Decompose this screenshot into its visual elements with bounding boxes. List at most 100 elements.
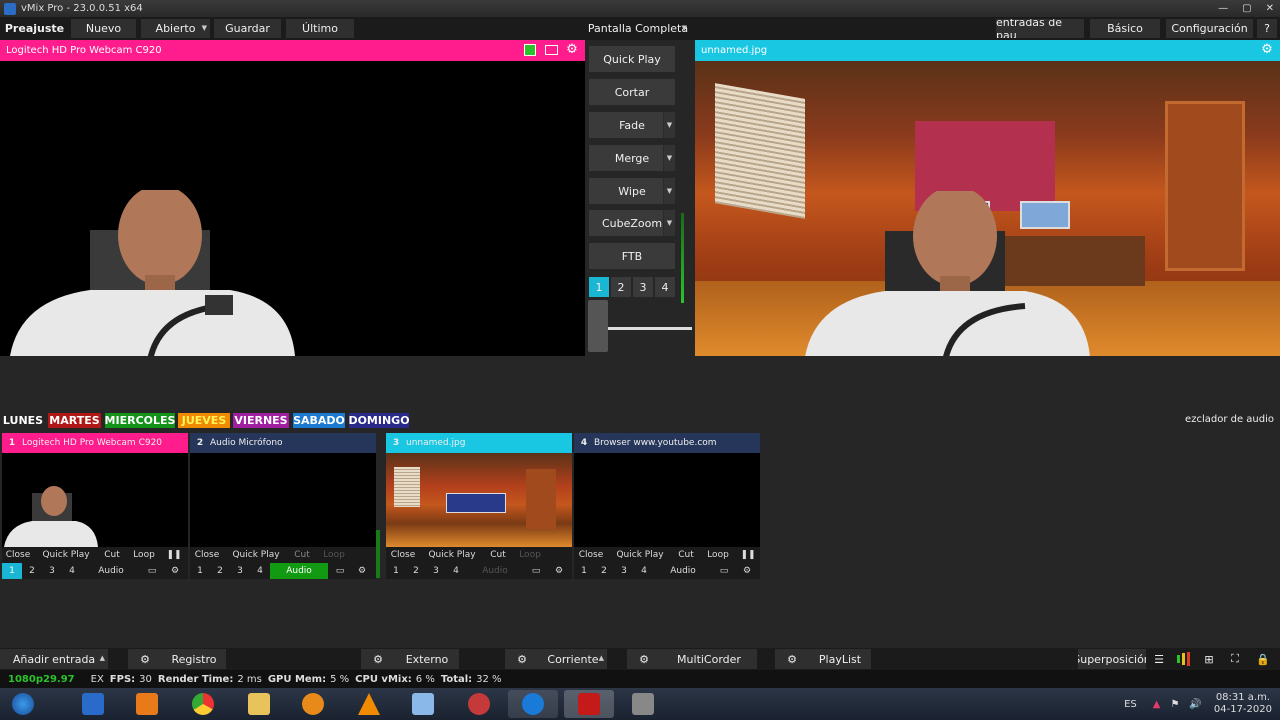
ftb-button[interactable]: FTB: [589, 243, 675, 269]
input-quick-play-button[interactable]: Quick Play: [420, 547, 484, 563]
log-button[interactable]: Registro: [162, 649, 226, 669]
tag-jueves[interactable]: JUEVES: [178, 413, 230, 428]
input-overlay-1[interactable]: 1: [190, 563, 210, 579]
input-1[interactable]: 1 Logitech HD Pro Webcam C920 Close Quic…: [2, 433, 188, 579]
taskbar-app-gray[interactable]: [618, 690, 668, 718]
input-header[interactable]: 2 Audio Micrófono: [190, 433, 376, 453]
input-header[interactable]: 1 Logitech HD Pro Webcam C920: [2, 433, 188, 453]
transition-number-4[interactable]: 4: [655, 277, 675, 297]
input-thumbnail[interactable]: [2, 453, 188, 547]
input-cut-button[interactable]: Cut: [672, 547, 700, 563]
gear-icon[interactable]: ⚙: [128, 649, 162, 669]
grid-icon[interactable]: ⊞: [1198, 649, 1220, 669]
quick-play-button[interactable]: Quick Play: [589, 46, 675, 72]
tbar-handle[interactable]: [588, 300, 608, 352]
input-overlay-2[interactable]: 2: [594, 563, 614, 579]
gear-icon[interactable]: ⚙: [352, 563, 372, 579]
output-panel[interactable]: unnamed.jpg ⚙: [695, 40, 1280, 356]
color-toggle-icon[interactable]: [524, 44, 536, 56]
gear-icon[interactable]: ⚙: [627, 649, 661, 669]
pause-icon[interactable]: ❚❚: [736, 547, 760, 563]
close-window-button[interactable]: ✕: [1266, 3, 1274, 14]
stream-button[interactable]: Corriente ▲: [539, 649, 607, 669]
tag-viernes[interactable]: VIERNES: [233, 413, 289, 428]
maximize-button[interactable]: ▢: [1242, 3, 1251, 14]
input-overlay-2[interactable]: 2: [406, 563, 426, 579]
multicorder-button[interactable]: MultiCorder: [661, 649, 757, 669]
input-overlay-3[interactable]: 3: [614, 563, 634, 579]
input-overlay-3[interactable]: 3: [426, 563, 446, 579]
cubezoom-button[interactable]: CubeZoom ▼: [589, 210, 675, 236]
input-thumbnail[interactable]: [190, 453, 376, 547]
audio-bars-icon[interactable]: [1172, 649, 1194, 669]
tag-sabado[interactable]: SABADO: [293, 413, 345, 428]
language-indicator[interactable]: ES: [1124, 699, 1137, 710]
flag-icon[interactable]: ⚑: [1170, 699, 1179, 710]
input-loop-button[interactable]: Loop: [512, 547, 548, 563]
cut-button[interactable]: Cortar: [589, 79, 675, 105]
input-loop-button[interactable]: Loop: [316, 547, 352, 563]
chevron-up-icon[interactable]: ▲: [1153, 699, 1161, 710]
input-2[interactable]: 2 Audio Micrófono Close Quick Play Cut L…: [190, 433, 376, 579]
input-loop-button[interactable]: Loop: [700, 547, 736, 563]
monitor-icon[interactable]: ▭: [328, 563, 352, 579]
input-quick-play-button[interactable]: Quick Play: [34, 547, 98, 563]
minimize-button[interactable]: —: [1218, 3, 1228, 14]
gear-icon[interactable]: ⚙: [736, 563, 758, 579]
taskbar-video-app[interactable]: [122, 690, 172, 718]
taskbar-app-red[interactable]: [454, 690, 504, 718]
input-audio-button[interactable]: Audio: [270, 563, 328, 579]
taskbar-app-blue[interactable]: [398, 690, 448, 718]
settings-button[interactable]: Configuración: [1166, 19, 1253, 38]
input-header[interactable]: 3 unnamed.jpg: [386, 433, 572, 453]
gear-icon[interactable]: ⚙: [361, 649, 395, 669]
clock[interactable]: 08:31 a.m. 04-17-2020: [1214, 692, 1272, 716]
playlist-button[interactable]: PlayList: [809, 649, 871, 669]
fullscreen-icon[interactable]: ⛶: [1224, 649, 1246, 669]
last-button[interactable]: Último: [286, 19, 354, 38]
input-overlay-2[interactable]: 2: [210, 563, 230, 579]
input-close-button[interactable]: Close: [2, 547, 34, 563]
gear-icon[interactable]: ⚙: [164, 563, 186, 579]
transition-number-2[interactable]: 2: [611, 277, 631, 297]
lock-icon[interactable]: 🔒: [1252, 649, 1274, 669]
chevron-down-icon[interactable]: ▼: [663, 145, 675, 171]
input-cut-button[interactable]: Cut: [98, 547, 126, 563]
taskbar-teamviewer[interactable]: [508, 690, 558, 718]
gear-icon[interactable]: ⚙: [775, 649, 809, 669]
input-4[interactable]: 4 Browser www.youtube.com Close Quick Pl…: [574, 433, 760, 579]
new-button[interactable]: Nuevo: [71, 19, 136, 38]
taskbar-vmix[interactable]: [564, 690, 614, 718]
gear-icon[interactable]: ⚙: [1260, 43, 1274, 57]
chevron-down-icon[interactable]: ▼: [663, 178, 675, 204]
fullscreen-button[interactable]: Pantalla Completa ▼: [586, 19, 690, 38]
tag-miercoles[interactable]: MIERCOLES: [105, 413, 175, 428]
input-overlay-4[interactable]: 4: [62, 563, 82, 579]
input-loop-button[interactable]: Loop: [126, 547, 162, 563]
transition-number-3[interactable]: 3: [633, 277, 653, 297]
save-button[interactable]: Guardar: [214, 19, 281, 38]
transition-number-1[interactable]: 1: [589, 277, 609, 297]
input-overlay-1[interactable]: 1: [574, 563, 594, 579]
add-input-button[interactable]: Añadir entrada ▲: [0, 649, 108, 669]
input-3[interactable]: 3 unnamed.jpg Close Quick Play Cut Loop …: [386, 433, 572, 579]
input-audio-button[interactable]: Audio: [466, 563, 524, 579]
input-overlay-2[interactable]: 2: [22, 563, 42, 579]
input-close-button[interactable]: Close: [190, 547, 224, 563]
monitor-icon[interactable]: ▭: [140, 563, 164, 579]
gear-icon[interactable]: ⚙: [548, 563, 570, 579]
volume-icon[interactable]: 🔊: [1189, 699, 1201, 710]
basic-button[interactable]: Básico: [1090, 19, 1160, 38]
input-overlay-4[interactable]: 4: [446, 563, 466, 579]
preview-panel[interactable]: Logitech HD Pro Webcam C920 ⚙: [0, 40, 585, 356]
monitor-icon[interactable]: ▭: [712, 563, 736, 579]
fade-button[interactable]: Fade ▼: [589, 112, 675, 138]
input-overlay-1[interactable]: 1: [386, 563, 406, 579]
tag-martes[interactable]: MARTES: [48, 413, 101, 428]
audio-mixer-button[interactable]: ezclador de audio: [1185, 414, 1274, 425]
menu-icon[interactable]: ☰: [1148, 649, 1170, 669]
input-overlay-4[interactable]: 4: [250, 563, 270, 579]
start-button[interactable]: [0, 690, 46, 718]
help-button[interactable]: ?: [1257, 19, 1277, 38]
chevron-down-icon[interactable]: ▼: [663, 210, 675, 236]
